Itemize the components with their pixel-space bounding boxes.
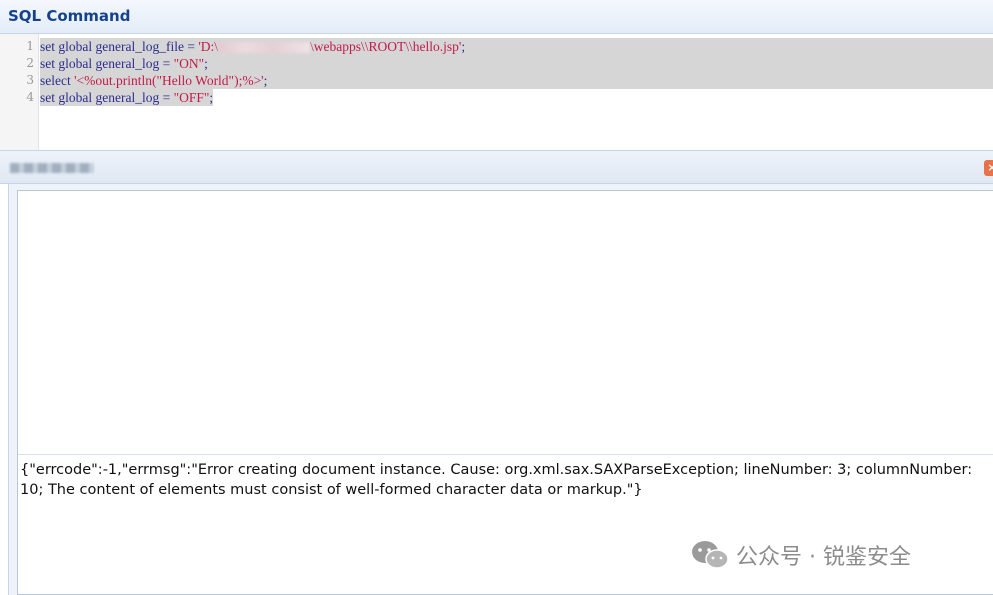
error-response-text: {"errcode":-1,"errmsg":"Error creating d… (20, 462, 973, 498)
code-line[interactable]: select '<%out.println("Hello World");%>'… (40, 72, 993, 89)
code-line[interactable]: set global general_log = "OFF"; (40, 89, 214, 106)
result-panel-header: × (0, 150, 993, 184)
sql-editor[interactable]: 1 2 3 4 set global general_log_file = 'D… (0, 34, 993, 150)
watermark: 公众号 · 锐鉴安全 (690, 538, 911, 572)
code-string: "ON" (173, 56, 205, 71)
code-string: \webapps\\ROOT\\hello.jsp' (310, 39, 462, 54)
wechat-icon (692, 541, 729, 569)
line-number-gutter: 1 2 3 4 (0, 34, 39, 150)
code-terminator: ; (204, 56, 208, 71)
code-line[interactable]: set global general_log = "ON"; (40, 55, 993, 72)
code-line[interactable]: set global general_log_file = 'D:\ \webap… (40, 38, 993, 55)
code-string: '<%out.println("Hello World");%>' (74, 73, 264, 88)
divider (18, 454, 993, 455)
code-keyword: select (40, 73, 75, 88)
code-string: 'D:\ (198, 39, 219, 54)
code-terminator: ; (461, 39, 466, 54)
line-number: 4 (26, 90, 34, 104)
code-keyword: set global general_log = (40, 90, 174, 105)
line-number: 3 (26, 73, 34, 87)
code-string: "OFF" (173, 90, 210, 105)
code-terminator: ; (263, 73, 268, 88)
line-number: 2 (26, 56, 34, 70)
code-terminator: ; (209, 90, 214, 105)
panel-title: SQL Command (8, 7, 131, 25)
result-panel: {"errcode":-1,"errmsg":"Error creating d… (8, 184, 993, 595)
close-button[interactable]: × (984, 160, 993, 176)
code-keyword: set global general_log = (40, 56, 174, 71)
redacted-panel-title (10, 163, 94, 173)
redacted-path (218, 42, 311, 54)
line-number: 1 (26, 39, 34, 53)
code-keyword: set global general_log_file = (40, 39, 199, 54)
watermark-text: 公众号 · 锐鉴安全 (736, 545, 911, 570)
result-output-area[interactable]: {"errcode":-1,"errmsg":"Error creating d… (17, 190, 993, 595)
sql-command-panel-header: SQL Command (0, 0, 993, 34)
